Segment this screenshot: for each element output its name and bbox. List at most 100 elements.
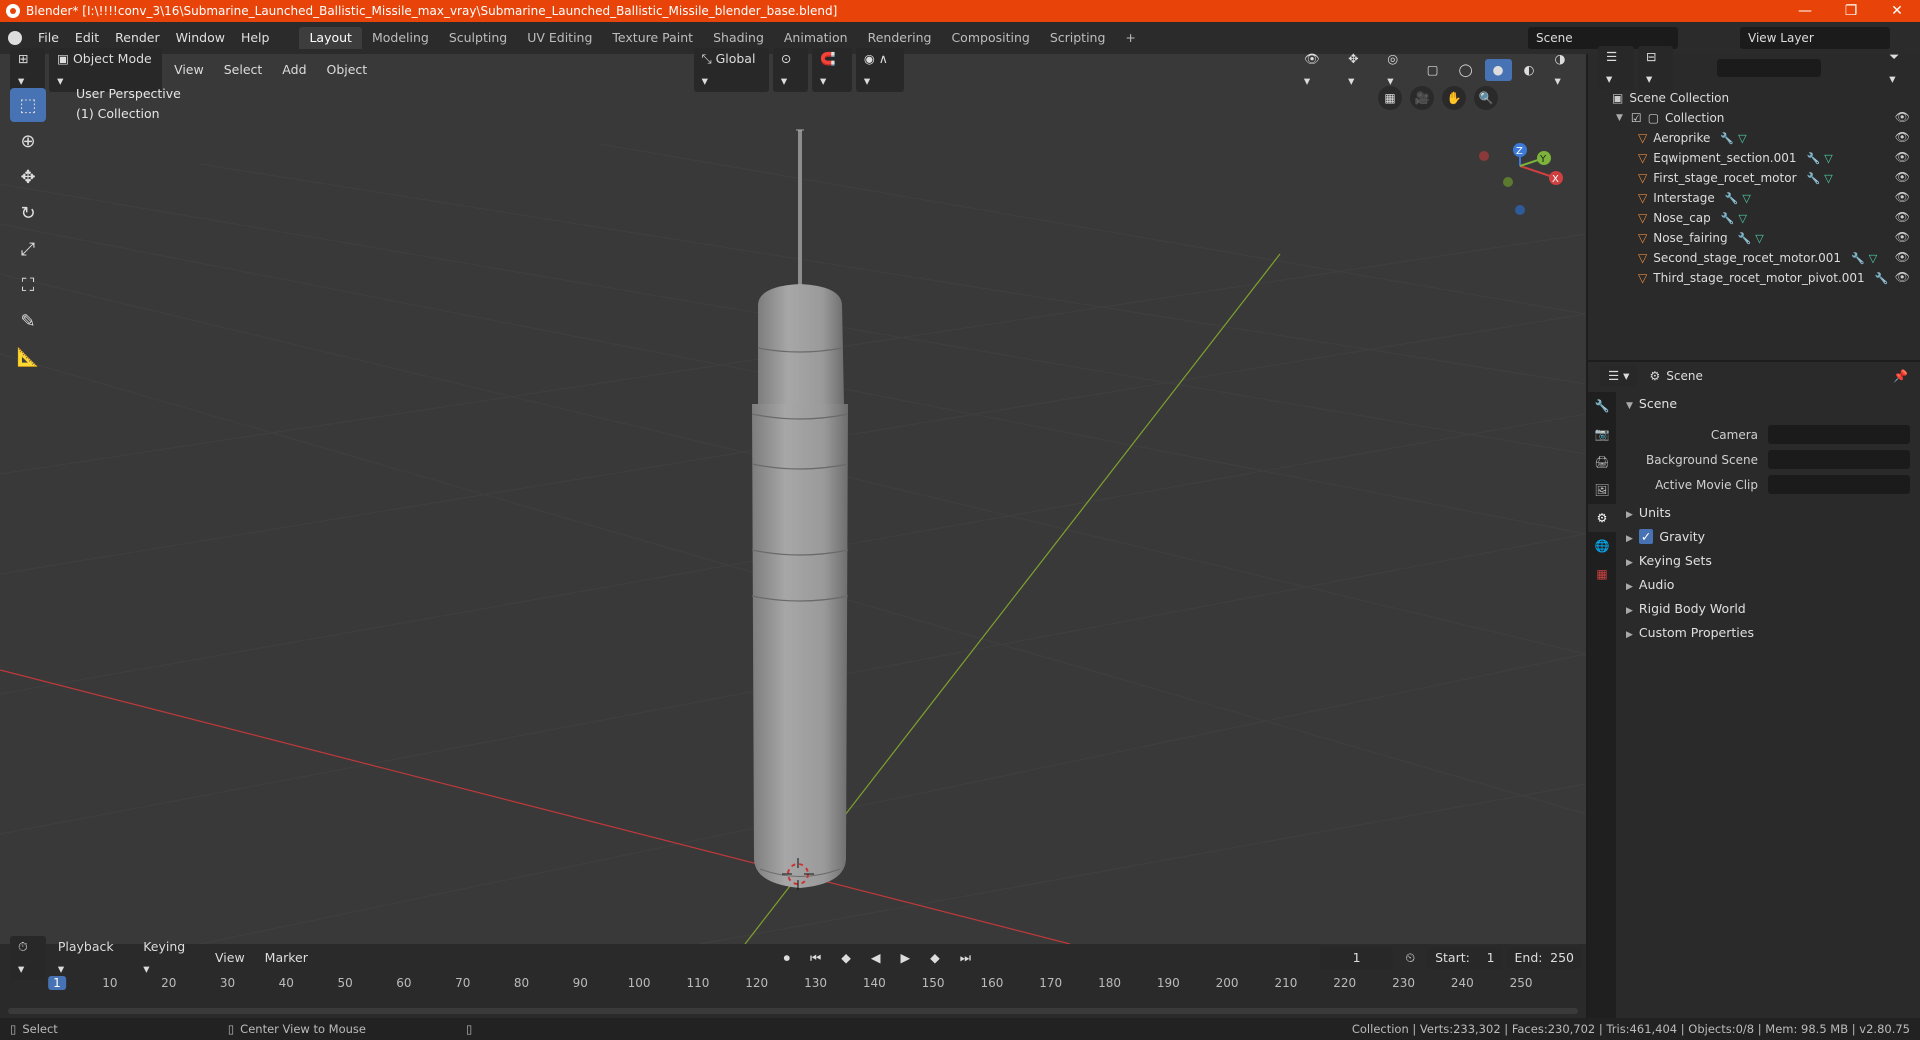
shading-solid-icon[interactable]: ● bbox=[1484, 59, 1512, 81]
xray-icon[interactable]: ▢ bbox=[1419, 59, 1447, 81]
units-panel-header[interactable]: ▶ Units bbox=[1618, 501, 1920, 525]
eye-icon[interactable]: 👁 bbox=[1895, 270, 1910, 284]
tab-layout[interactable]: Layout bbox=[299, 27, 362, 49]
stopwatch-icon[interactable]: ⏲ bbox=[1397, 947, 1423, 969]
shading-material-icon[interactable]: ◐ bbox=[1516, 59, 1543, 81]
camera-view-icon[interactable]: 🎥 bbox=[1410, 86, 1434, 110]
background-scene-field[interactable] bbox=[1768, 450, 1910, 469]
eye-icon[interactable]: 👁 bbox=[1895, 250, 1910, 264]
outliner-object-row[interactable]: ▽ Eqwipment_section.001 🔧 ▽ 👁 bbox=[1588, 148, 1920, 168]
custom-properties-panel-header[interactable]: ▶ Custom Properties bbox=[1618, 621, 1920, 645]
outliner-object-row[interactable]: ▽ First_stage_rocet_motor 🔧 ▽ 👁 bbox=[1588, 168, 1920, 188]
timeline-scrollbar[interactable] bbox=[8, 1008, 1578, 1014]
tab-sculpting[interactable]: Sculpting bbox=[439, 27, 517, 49]
next-keyframe-icon[interactable]: ◆ bbox=[922, 947, 948, 969]
start-frame-field[interactable]: Start: 1 bbox=[1427, 947, 1503, 969]
eye-icon[interactable]: 👁 bbox=[1895, 130, 1910, 144]
properties-editor-type-icon[interactable]: ☰ ▾ bbox=[1600, 365, 1638, 387]
camera-field[interactable] bbox=[1768, 425, 1910, 444]
menu-file[interactable]: File bbox=[30, 27, 67, 49]
view-layer-tab-icon[interactable]: 🖼 bbox=[1588, 476, 1616, 504]
scene-collection-row[interactable]: ▣ Scene Collection bbox=[1588, 88, 1920, 108]
record-icon[interactable]: ⏺ bbox=[776, 947, 798, 969]
collection-checkbox[interactable]: ☑ bbox=[1631, 111, 1642, 125]
current-frame-field[interactable]: 1 bbox=[1319, 947, 1394, 969]
measure-tool-icon[interactable]: 📐 bbox=[10, 340, 46, 374]
zoom-icon[interactable]: 🔍 bbox=[1474, 86, 1498, 110]
minimize-button[interactable]: — bbox=[1782, 0, 1828, 22]
audio-panel-header[interactable]: ▶ Audio bbox=[1618, 573, 1920, 597]
rotate-tool-icon[interactable]: ↻ bbox=[10, 196, 46, 230]
gravity-checkbox[interactable]: ✓ bbox=[1638, 529, 1654, 544]
timeline-ruler[interactable]: 1 10 20 30 40 50 60 70 80 90 100 110 120 130 140 150 160… bbox=[0, 974, 1586, 994]
3d-viewport[interactable]: Z X Y bbox=[0, 54, 1586, 944]
maximize-button[interactable]: ❐ bbox=[1828, 0, 1874, 22]
menu-render[interactable]: Render bbox=[107, 27, 168, 49]
snap-icon[interactable]: 🧲 ▾ bbox=[812, 48, 852, 92]
tab-compositing[interactable]: Compositing bbox=[941, 27, 1039, 49]
shading-wireframe-icon[interactable]: ◯ bbox=[1451, 59, 1481, 81]
pan-hand-icon[interactable]: ✋ bbox=[1442, 86, 1466, 110]
tab-shading[interactable]: Shading bbox=[703, 27, 774, 49]
jump-end-icon[interactable]: ⏭ bbox=[952, 947, 979, 969]
menu-select[interactable]: Select bbox=[216, 59, 271, 81]
tab-uv-editing[interactable]: UV Editing bbox=[517, 27, 602, 49]
outliner-search-input[interactable] bbox=[1717, 59, 1822, 77]
eye-icon[interactable]: 👁 bbox=[1895, 150, 1910, 164]
scene-panel-header[interactable]: ▼ Scene bbox=[1618, 392, 1920, 416]
shading-rendered-icon[interactable]: ◑ ▾ bbox=[1546, 48, 1582, 92]
select-box-icon[interactable]: ⬚ bbox=[10, 88, 46, 122]
tab-texture-paint[interactable]: Texture Paint bbox=[602, 27, 703, 49]
outliner-object-row[interactable]: ▽ Interstage 🔧 ▽ 👁 bbox=[1588, 188, 1920, 208]
timeline-view-menu[interactable]: View bbox=[207, 947, 253, 969]
outliner-editor-type-icon[interactable]: ☰ ▾ bbox=[1598, 46, 1634, 90]
outliner-object-row[interactable]: ▽ Second_stage_rocet_motor.001 🔧 ▽ 👁 bbox=[1588, 248, 1920, 268]
menu-view[interactable]: View bbox=[166, 59, 212, 81]
menu-edit[interactable]: Edit bbox=[67, 27, 107, 49]
proportional-edit-icon[interactable]: ◉ ∧ ▾ bbox=[855, 48, 904, 92]
texture-tab-icon[interactable]: ▦ bbox=[1588, 560, 1616, 588]
outliner-object-row[interactable]: ▽ Nose_cap 🔧 ▽ 👁 bbox=[1588, 208, 1920, 228]
rigid-body-world-panel-header[interactable]: ▶ Rigid Body World bbox=[1618, 597, 1920, 621]
move-tool-icon[interactable]: ✥ bbox=[10, 160, 46, 194]
prev-keyframe-icon[interactable]: ◆ bbox=[833, 947, 859, 969]
tab-scripting[interactable]: Scripting bbox=[1040, 27, 1116, 49]
visibility-icon[interactable]: 👁 ▾ bbox=[1296, 48, 1336, 92]
play-reverse-icon[interactable]: ◀ bbox=[863, 947, 889, 969]
filter-icon[interactable]: ⏷ ▾ bbox=[1881, 46, 1916, 90]
outliner-object-row[interactable]: ▽ Nose_fairing 🔧 ▽ 👁 bbox=[1588, 228, 1920, 248]
annotate-tool-icon[interactable]: ✎ bbox=[10, 304, 46, 338]
eye-icon[interactable]: 👁 bbox=[1895, 210, 1910, 224]
outliner-object-row[interactable]: ▽ Aeroprike 🔧 ▽ 👁 bbox=[1588, 128, 1920, 148]
menu-object[interactable]: Object bbox=[319, 59, 376, 81]
expand-icon[interactable]: ▼ bbox=[1616, 113, 1623, 123]
close-button[interactable]: ✕ bbox=[1874, 0, 1920, 22]
gizmo-toggle-icon[interactable]: ✥ ▾ bbox=[1340, 48, 1375, 92]
eye-icon[interactable]: 👁 bbox=[1895, 110, 1910, 124]
transform-orientation-dropdown[interactable]: ⤡ Global ▾ bbox=[693, 48, 769, 92]
active-movie-clip-field[interactable] bbox=[1768, 475, 1910, 494]
tab-rendering[interactable]: Rendering bbox=[858, 27, 942, 49]
output-tab-icon[interactable]: 🖨 bbox=[1588, 448, 1616, 476]
scene-tab-icon[interactable]: ⚙ bbox=[1588, 504, 1616, 532]
add-workspace-button[interactable]: + bbox=[1115, 27, 1145, 49]
display-mode-icon[interactable]: ⊟ ▾ bbox=[1637, 46, 1674, 90]
gravity-panel-header[interactable]: ▶ ✓ Gravity bbox=[1618, 525, 1920, 549]
outliner-object-row[interactable]: ▽ Third_stage_rocet_motor_pivot.001 🔧 👁 bbox=[1588, 268, 1920, 288]
pin-icon[interactable]: 📌 bbox=[1893, 369, 1908, 383]
marker-menu[interactable]: Marker bbox=[257, 947, 316, 969]
pivot-icon[interactable]: ⊙ ▾ bbox=[772, 48, 809, 92]
blender-menu-icon[interactable] bbox=[8, 31, 22, 45]
grid-view-icon[interactable]: ▦ bbox=[1378, 86, 1402, 110]
render-tab-icon[interactable]: 📷 bbox=[1588, 420, 1616, 448]
editor-type-button[interactable]: ⊞ ▾ bbox=[10, 48, 46, 92]
tool-tab-icon[interactable]: 🔧 bbox=[1588, 392, 1616, 420]
end-frame-field[interactable]: End: 250 bbox=[1506, 947, 1582, 969]
cursor-tool-icon[interactable]: ⊕ bbox=[10, 124, 46, 158]
view-layer-selector[interactable]: View Layer bbox=[1740, 27, 1890, 49]
transform-tool-icon[interactable]: ⛶ bbox=[10, 268, 46, 302]
tab-animation[interactable]: Animation bbox=[774, 27, 858, 49]
menu-help[interactable]: Help bbox=[233, 27, 278, 49]
collection-row[interactable]: ▼ ☑ ▢ Collection 👁 bbox=[1588, 108, 1920, 128]
menu-window[interactable]: Window bbox=[168, 27, 233, 49]
